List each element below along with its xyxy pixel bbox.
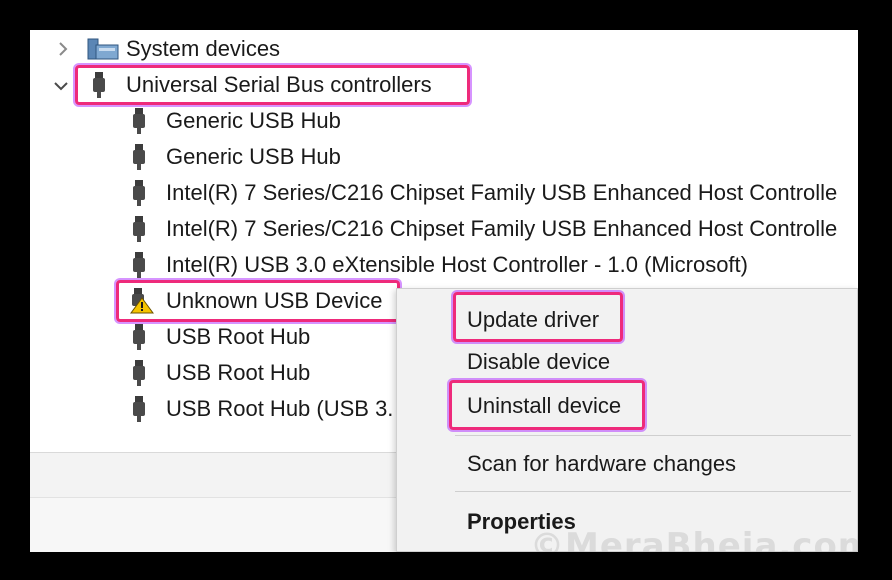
usb-connector-icon — [132, 180, 146, 206]
tree-node-usb-root-hub[interactable]: USB Root Hub — [30, 322, 396, 352]
tree-node-label: Universal Serial Bus controllers — [126, 72, 432, 97]
menu-item-uninstall-device[interactable]: Uninstall device — [467, 393, 621, 419]
tree-node-label: Intel(R) USB 3.0 eXtensible Host Control… — [166, 252, 748, 277]
system-devices-folder-icon — [86, 37, 120, 61]
tree-node-usb-controllers[interactable]: Universal Serial Bus controllers — [30, 70, 470, 100]
tree-node-system-devices[interactable]: System devices — [30, 34, 430, 64]
usb-connector-icon — [132, 360, 146, 386]
tree-node-intel-usb3-controller[interactable]: Intel(R) USB 3.0 eXtensible Host Control… — [30, 250, 858, 280]
tree-node-generic-usb-hub[interactable]: Generic USB Hub — [30, 142, 858, 172]
usb-connector-icon — [132, 324, 146, 350]
menu-separator — [455, 491, 851, 492]
tree-node-intel-enhanced-host-controller[interactable]: Intel(R) 7 Series/C216 Chipset Family US… — [30, 178, 858, 208]
usb-connector-icon — [132, 108, 146, 134]
menu-separator — [455, 435, 851, 436]
chevron-right-icon[interactable] — [54, 40, 72, 58]
tree-node-label: Intel(R) 7 Series/C216 Chipset Family US… — [166, 216, 838, 241]
warning-triangle-icon — [128, 288, 154, 314]
usb-connector-icon — [132, 144, 146, 170]
menu-item-scan-hardware-changes[interactable]: Scan for hardware changes — [467, 451, 736, 477]
tree-node-label: Intel(R) 7 Series/C216 Chipset Family US… — [166, 180, 838, 205]
menu-item-disable-device[interactable]: Disable device — [467, 349, 610, 375]
tree-node-usb-root-hub[interactable]: USB Root Hub — [30, 358, 396, 388]
tree-node-intel-enhanced-host-controller[interactable]: Intel(R) 7 Series/C216 Chipset Family US… — [30, 214, 858, 244]
usb-connector-icon — [92, 72, 106, 98]
device-manager-window: System devices Universal Serial Bus cont… — [30, 30, 858, 552]
tree-node-label: System devices — [126, 36, 281, 61]
menu-item-update-driver[interactable]: Update driver — [467, 307, 599, 333]
usb-connector-icon — [132, 396, 146, 422]
tree-node-label: Generic USB Hub — [166, 144, 341, 169]
tree-node-generic-usb-hub[interactable]: Generic USB Hub — [30, 106, 858, 136]
tree-node-label: USB Root Hub — [166, 360, 311, 385]
tree-node-label: Unknown USB Device — [166, 288, 383, 313]
tree-node-unknown-usb-device[interactable]: Unknown USB Device — [30, 286, 410, 316]
watermark-text: ©MeraBheja.com — [530, 526, 858, 552]
tree-node-label: USB Root Hub — [166, 324, 311, 349]
chevron-down-icon[interactable] — [52, 77, 70, 95]
tree-node-usb-root-hub-usb3[interactable]: USB Root Hub (USB 3. — [30, 394, 396, 424]
context-menu: Update driver Disable device Uninstall d… — [396, 288, 858, 552]
tree-node-label: Generic USB Hub — [166, 108, 341, 133]
tree-node-label: USB Root Hub (USB 3. — [166, 396, 394, 421]
usb-connector-icon — [132, 216, 146, 242]
screenshot-frame: System devices Universal Serial Bus cont… — [0, 0, 892, 580]
usb-connector-icon — [132, 252, 146, 278]
